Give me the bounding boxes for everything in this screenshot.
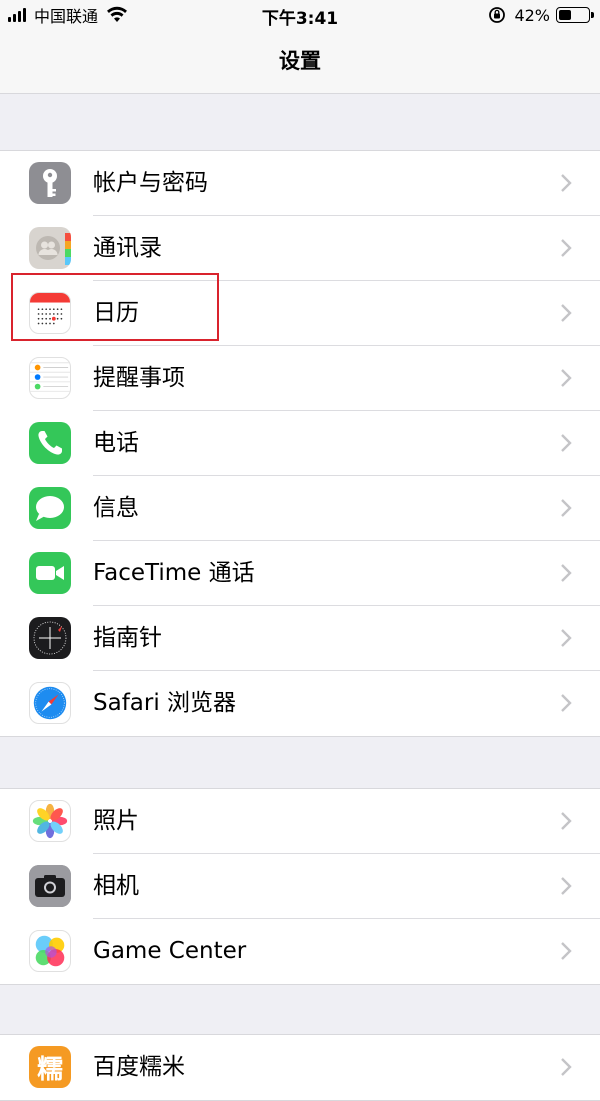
chevron-right-icon bbox=[561, 369, 572, 387]
baidu-nuomi-icon: 糯 bbox=[29, 1046, 71, 1088]
chevron-right-icon bbox=[561, 629, 572, 647]
chevron-right-icon bbox=[561, 942, 572, 960]
compass-icon bbox=[29, 617, 71, 659]
photos-icon bbox=[29, 800, 71, 842]
settings-group-3: 糯 百度糯米 bbox=[0, 1034, 600, 1101]
calendar-icon bbox=[29, 292, 71, 334]
rotation-lock-icon bbox=[489, 7, 506, 23]
settings-row-camera[interactable]: 相机 bbox=[0, 854, 600, 919]
settings-row-baidu-nuomi[interactable]: 糯 百度糯米 bbox=[0, 1035, 600, 1100]
row-label: 帐户与密码 bbox=[93, 170, 208, 196]
settings-row-accounts-passwords[interactable]: 帐户与密码 bbox=[0, 151, 600, 216]
camera-icon bbox=[29, 865, 71, 907]
reminders-icon bbox=[29, 357, 71, 399]
chevron-right-icon bbox=[561, 564, 572, 582]
safari-icon bbox=[29, 682, 71, 724]
row-label: Safari 浏览器 bbox=[93, 690, 237, 716]
settings-row-contacts[interactable]: 通讯录 bbox=[0, 216, 600, 281]
status-right: 42% bbox=[488, 4, 594, 26]
row-label: 指南针 bbox=[93, 625, 162, 651]
contacts-icon bbox=[29, 227, 71, 269]
chevron-right-icon bbox=[561, 812, 572, 830]
settings-row-facetime[interactable]: FaceTime 通话 bbox=[0, 541, 600, 606]
chevron-right-icon bbox=[561, 239, 572, 257]
game-center-icon bbox=[29, 930, 71, 972]
settings-row-safari[interactable]: Safari 浏览器 bbox=[0, 671, 600, 736]
settings-row-calendar[interactable]: 日历 bbox=[0, 281, 600, 346]
row-label: 日历 bbox=[93, 300, 139, 326]
messages-icon bbox=[29, 487, 71, 529]
chevron-right-icon bbox=[561, 1058, 572, 1076]
facetime-icon bbox=[29, 552, 71, 594]
row-label: 提醒事项 bbox=[93, 365, 185, 391]
settings-row-photos[interactable]: 照片 bbox=[0, 789, 600, 854]
settings-group-2: 照片 相机 Game Center bbox=[0, 788, 600, 985]
row-label: 通讯录 bbox=[93, 235, 162, 261]
chevron-right-icon bbox=[561, 174, 572, 192]
phone-icon bbox=[29, 422, 71, 464]
nav-bar: 设置 bbox=[0, 30, 600, 94]
row-label: 电话 bbox=[93, 430, 139, 456]
chevron-right-icon bbox=[561, 304, 572, 322]
battery-percent: 42% bbox=[514, 5, 550, 25]
row-label: 百度糯米 bbox=[93, 1054, 185, 1080]
settings-row-phone[interactable]: 电话 bbox=[0, 411, 600, 476]
app-icon-glyph: 糯 bbox=[36, 1054, 63, 1085]
chevron-right-icon bbox=[561, 694, 572, 712]
row-label: Game Center bbox=[93, 938, 247, 964]
chevron-right-icon bbox=[561, 877, 572, 895]
page-title: 设置 bbox=[279, 49, 321, 73]
chevron-right-icon bbox=[561, 434, 572, 452]
row-label: 照片 bbox=[93, 808, 139, 834]
settings-row-game-center[interactable]: Game Center bbox=[0, 919, 600, 984]
row-label: 相机 bbox=[93, 873, 139, 899]
row-label: FaceTime 通话 bbox=[93, 560, 255, 586]
battery-icon bbox=[556, 7, 594, 23]
chevron-right-icon bbox=[561, 499, 572, 517]
row-label: 信息 bbox=[93, 495, 139, 521]
battery-fill bbox=[559, 10, 571, 20]
key-icon bbox=[29, 162, 71, 204]
status-bar: 中国联通 下午3:41 42% bbox=[0, 0, 600, 30]
settings-row-messages[interactable]: 信息 bbox=[0, 476, 600, 541]
settings-row-compass[interactable]: 指南针 bbox=[0, 606, 600, 671]
settings-group-1: 帐户与密码 通讯录 日历 提醒事项 电话 信息 FaceTime 通话 指南针 … bbox=[0, 150, 600, 737]
settings-row-reminders[interactable]: 提醒事项 bbox=[0, 346, 600, 411]
